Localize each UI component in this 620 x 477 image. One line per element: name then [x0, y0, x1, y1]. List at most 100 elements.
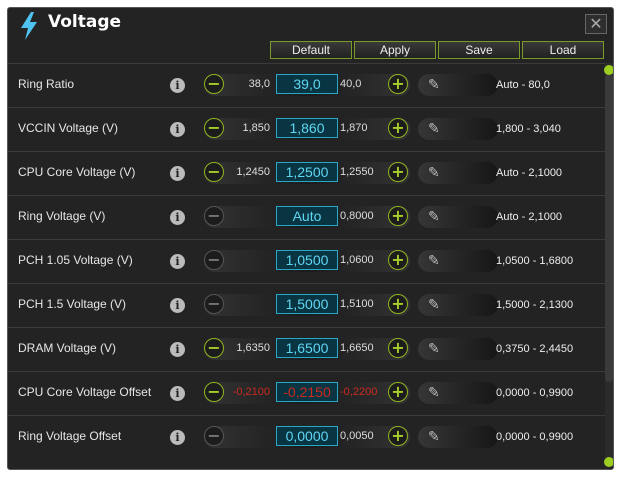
value-range: 1,5000 - 2,1300 — [496, 299, 574, 311]
decrease-button[interactable]: − — [204, 162, 224, 182]
pencil-icon: ✎ — [428, 297, 440, 313]
current-value[interactable]: 1,860 — [276, 118, 338, 138]
current-value[interactable]: 1,5000 — [276, 294, 338, 314]
current-value[interactable]: 39,0 — [276, 74, 338, 94]
setting-row: Ring Ratio i − 38,0 39,0 40,0 + ✎ Auto - 80,0 — [8, 63, 605, 107]
manual-edit-field[interactable]: ✎ — [418, 250, 498, 272]
setting-row: DRAM Voltage (V) i −1,6350 1,6500 1,6650 + ✎ 0,… — [8, 327, 605, 371]
window-title: Voltage — [48, 12, 122, 32]
increase-button[interactable]: + — [388, 250, 408, 270]
decrease-button[interactable]: − — [204, 206, 224, 226]
scroll-down-indicator[interactable] — [604, 457, 613, 467]
value-range: 0,0000 - 0,9900 — [496, 431, 574, 443]
scrollbar-thumb[interactable] — [605, 74, 613, 382]
increase-button[interactable]: + — [388, 206, 408, 226]
setting-row: CPU Core Voltage (V) i −1,2450 1,2500 1,2550… — [8, 151, 605, 195]
previous-value: 1,6350 — [236, 342, 270, 354]
increase-button[interactable]: + — [388, 118, 408, 138]
setting-row: CPU Core Voltage Offset i − -0,2100 -0,2150-… — [8, 371, 605, 415]
setting-row: PCH 1.05 Voltage (V) i − 1,0500 1,0600 + ✎ 1,05… — [8, 239, 605, 283]
increase-button[interactable]: + — [388, 294, 408, 314]
increase-button[interactable]: + — [388, 382, 408, 402]
voltage-settings-list: Ring Ratio i − 38,0 39,0 40,0 + ✎ Auto - 80,0 VCC… — [8, 63, 605, 469]
info-icon[interactable]: i — [170, 386, 185, 401]
info-icon[interactable]: i — [170, 254, 185, 269]
current-value[interactable]: 0,0000 — [276, 426, 338, 446]
current-value[interactable]: 1,2500 — [276, 162, 338, 182]
decrease-button[interactable]: − — [204, 250, 224, 270]
setting-row: Ring Voltage Offset i − 0,0000 0,0050 + ✎ 0,000… — [8, 415, 605, 459]
decrease-button[interactable]: − — [204, 426, 224, 446]
setting-label: PCH 1.05 Voltage (V) — [18, 253, 133, 267]
load-button[interactable]: Load — [522, 41, 604, 59]
pencil-icon: ✎ — [428, 121, 440, 137]
increase-button[interactable]: + — [388, 74, 408, 94]
pencil-icon: ✎ — [428, 429, 440, 445]
setting-row: Ring Voltage (V) i − Auto 0,8000 + ✎ Auto - 2,1… — [8, 195, 605, 239]
voltage-window: Voltage ✕ Default Apply Save Load Ring R… — [7, 7, 614, 470]
pencil-icon: ✎ — [428, 253, 440, 269]
setting-label: CPU Core Voltage Offset — [18, 385, 152, 399]
title-bar: Voltage ✕ — [8, 8, 613, 44]
scroll-up-indicator[interactable] — [604, 65, 613, 75]
manual-edit-field[interactable]: ✎ — [418, 382, 498, 404]
value-range: Auto - 80,0 — [496, 79, 550, 91]
setting-label: DRAM Voltage (V) — [18, 341, 117, 355]
previous-value: 1,850 — [242, 122, 270, 134]
decrease-button[interactable]: − — [204, 294, 224, 314]
current-value[interactable]: 1,0500 — [276, 250, 338, 270]
setting-row: PCH 1.5 Voltage (V) i − 1,5000 1,5100 + ✎ 1,500… — [8, 283, 605, 327]
current-value[interactable]: -0,2150 — [276, 382, 338, 402]
info-icon[interactable]: i — [170, 210, 185, 225]
manual-edit-field[interactable]: ✎ — [418, 426, 498, 448]
manual-edit-field[interactable]: ✎ — [418, 74, 498, 96]
previous-value: 38,0 — [248, 78, 270, 90]
pencil-icon: ✎ — [428, 77, 440, 93]
setting-label: PCH 1.5 Voltage (V) — [18, 297, 127, 311]
default-button[interactable]: Default — [270, 41, 352, 59]
info-icon[interactable]: i — [170, 166, 185, 181]
manual-edit-field[interactable]: ✎ — [418, 162, 498, 184]
manual-edit-field[interactable]: ✎ — [418, 118, 498, 140]
next-value: 1,870 — [340, 122, 368, 134]
info-icon[interactable]: i — [170, 430, 185, 445]
apply-button[interactable]: Apply — [354, 41, 436, 59]
decrease-button[interactable]: − — [204, 118, 224, 138]
value-range: 0,0000 - 0,9900 — [496, 387, 574, 399]
save-button[interactable]: Save — [438, 41, 520, 59]
increase-button[interactable]: + — [388, 338, 408, 358]
setting-label: Ring Ratio — [18, 77, 75, 91]
close-button[interactable]: ✕ — [585, 14, 607, 34]
setting-label: CPU Core Voltage (V) — [18, 165, 136, 179]
info-icon[interactable]: i — [170, 342, 185, 357]
next-value: 1,0600 — [340, 254, 374, 266]
setting-label: Ring Voltage Offset — [18, 429, 122, 443]
value-range: 0,3750 - 2,4450 — [496, 343, 574, 355]
manual-edit-field[interactable]: ✎ — [418, 338, 498, 360]
pencil-icon: ✎ — [428, 385, 440, 401]
manual-edit-field[interactable]: ✎ — [418, 294, 498, 316]
lightning-bolt-icon — [21, 12, 37, 40]
current-value[interactable]: 1,6500 — [276, 338, 338, 358]
info-icon[interactable]: i — [170, 78, 185, 93]
next-value: 0,0050 — [340, 430, 374, 442]
decrease-button[interactable]: − — [204, 338, 224, 358]
pencil-icon: ✎ — [428, 209, 440, 225]
setting-label: VCCIN Voltage (V) — [18, 121, 119, 135]
info-icon[interactable]: i — [170, 122, 185, 137]
decrease-button[interactable]: − — [204, 74, 224, 94]
manual-edit-field[interactable]: ✎ — [418, 206, 498, 228]
increase-button[interactable]: + — [388, 162, 408, 182]
setting-row: VCCIN Voltage (V) i − 1,850 1,860 1,870 + ✎ 1,80… — [8, 107, 605, 151]
next-value: 1,6650 — [340, 342, 374, 354]
decrease-button[interactable]: − — [204, 382, 224, 402]
increase-button[interactable]: + — [388, 426, 408, 446]
next-value: -0,2200 — [340, 386, 378, 398]
info-icon[interactable]: i — [170, 298, 185, 313]
next-value: 0,8000 — [340, 210, 374, 222]
value-range: 1,800 - 3,040 — [496, 123, 561, 135]
value-range: 1,0500 - 1,6800 — [496, 255, 574, 267]
previous-value: 1,2450 — [236, 166, 270, 178]
next-value: 1,5100 — [340, 298, 374, 310]
current-value[interactable]: Auto — [276, 206, 338, 226]
